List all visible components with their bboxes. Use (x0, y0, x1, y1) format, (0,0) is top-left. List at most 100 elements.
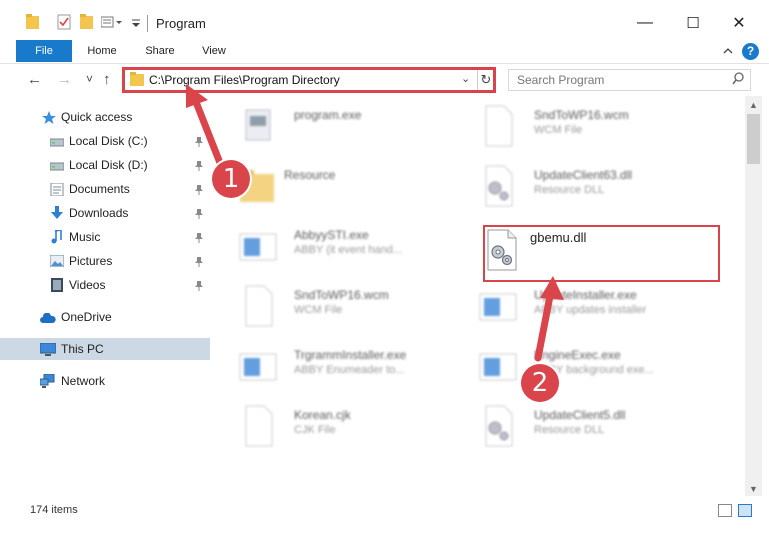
list-item[interactable]: SndToWP16.wcm WCM File (238, 282, 478, 334)
pin-icon (195, 208, 203, 219)
pin-icon (195, 232, 203, 243)
file-name: SndToWP16.wcm (534, 108, 629, 122)
file-name: TrgrammInstaller.exe (294, 348, 407, 362)
download-icon (50, 206, 64, 219)
sidebar-item-quick-access[interactable]: Quick access (0, 106, 210, 128)
recent-locations-button[interactable]: ˅ (86, 72, 93, 86)
tab-share[interactable]: Share (138, 40, 182, 62)
list-item[interactable]: TrgrammInstaller.exe ABBY Enumeader to..… (238, 342, 478, 394)
pin-icon (195, 280, 203, 291)
new-folder-icon[interactable] (80, 14, 94, 32)
list-item[interactable]: EngineExec.exe ABBY background exe... (478, 342, 718, 394)
title-separator (147, 15, 148, 32)
dll-icon (478, 164, 518, 208)
sidebar-item-music[interactable]: Music (0, 226, 210, 248)
tab-home[interactable]: Home (80, 40, 124, 62)
sidebar-item-label: Downloads (69, 206, 129, 220)
sidebar-item-downloads[interactable]: Downloads (0, 202, 210, 224)
list-item[interactable]: AbbyySTI.exe ABBY (it event hand... (238, 222, 478, 274)
refresh-button[interactable]: ↻ (477, 70, 494, 90)
sidebar-item-local-disk-d[interactable]: Local Disk (D:) (0, 154, 210, 176)
pin-icon (195, 136, 203, 147)
address-path[interactable]: C:\Program Files\Program Directory (149, 73, 340, 87)
help-button[interactable]: ? (742, 43, 759, 60)
list-item[interactable]: Resource (238, 162, 478, 214)
videos-icon (50, 278, 64, 292)
file-name: EngineExec.exe (534, 348, 621, 362)
sidebar-item-label: OneDrive (61, 310, 112, 324)
list-item[interactable]: UpdateInstaller.exe ABBY updates install… (478, 282, 718, 334)
address-bar[interactable]: C:\Program Files\Program Directory ⌄ ↻ (122, 67, 496, 93)
sidebar-item-documents[interactable]: Documents (0, 178, 210, 200)
sidebar-item-onedrive[interactable]: OneDrive (0, 306, 210, 328)
file-type: ABBY updates installer (534, 304, 647, 316)
forward-button[interactable]: → (57, 71, 72, 88)
highlight-box (483, 225, 720, 282)
exe-icon (238, 104, 278, 148)
file-type: WCM File (534, 124, 583, 136)
search-icon (732, 72, 744, 89)
drive-icon (49, 136, 65, 148)
app-icon (238, 344, 278, 388)
item-count: 174 items (30, 504, 78, 516)
file-name: UpdateInstaller.exe (534, 288, 637, 302)
cloud-icon (40, 312, 56, 324)
sidebar-item-pictures[interactable]: Pictures (0, 250, 210, 272)
maximize-button[interactable]: ☐ (673, 10, 713, 36)
up-button[interactable]: ↑ (103, 71, 111, 88)
expand-ribbon-icon[interactable] (723, 45, 733, 55)
sidebar-item-videos[interactable]: Videos (0, 274, 210, 296)
app-icon (478, 284, 518, 328)
close-button[interactable]: ✕ (719, 10, 759, 36)
customize-toolbar-icon[interactable] (131, 14, 141, 32)
search-input[interactable]: Search Program (508, 69, 751, 91)
list-item[interactable]: SndToWP16.wcm WCM File (478, 102, 718, 154)
folder-icon (26, 14, 40, 32)
dll-icon (478, 404, 518, 448)
vertical-scrollbar[interactable]: ▲ ▼ (745, 96, 762, 496)
ribbon-tabs: File Home Share View ? (0, 40, 769, 64)
pictures-icon (49, 254, 65, 268)
file-name: UpdateClient5.dll (534, 408, 626, 422)
address-dropdown-button[interactable]: ⌄ (461, 72, 470, 85)
large-icons-view-icon[interactable] (738, 504, 752, 517)
computer-icon (39, 342, 57, 356)
list-item[interactable]: UpdateClient63.dll Resource DLL (478, 162, 718, 214)
scroll-down-icon[interactable]: ▼ (749, 484, 758, 494)
tab-file[interactable]: File (16, 40, 72, 62)
minimize-button[interactable]: — (625, 10, 665, 36)
navigation-pane: Quick access Local Disk (C:) Local Disk … (0, 96, 212, 496)
documents-icon (50, 182, 64, 197)
scrollbar-thumb[interactable] (747, 114, 760, 164)
network-icon (39, 373, 55, 388)
sidebar-item-label: Music (69, 230, 101, 244)
sidebar-item-this-pc[interactable]: This PC (0, 338, 210, 360)
details-view-icon[interactable] (718, 504, 732, 517)
tab-view[interactable]: View (194, 40, 234, 62)
file-type: Resource DLL (534, 184, 605, 196)
search-placeholder: Search Program (517, 73, 605, 87)
list-item[interactable]: UpdateClient5.dll Resource DLL (478, 402, 718, 454)
sidebar-item-label: Videos (69, 278, 106, 292)
window-title: Program (156, 16, 206, 31)
file-name: UpdateClient63.dll (534, 168, 633, 182)
music-icon (50, 229, 64, 244)
navigation-bar: ← → ˅ ↑ C:\Program Files\Program Directo… (0, 64, 769, 96)
sidebar-item-local-disk-c[interactable]: Local Disk (C:) (0, 130, 210, 152)
sidebar-item-label: Network (61, 374, 106, 388)
view-options-icon[interactable] (100, 14, 125, 32)
back-button[interactable]: ← (27, 71, 42, 88)
app-icon (238, 224, 278, 268)
sidebar-item-label: Pictures (69, 254, 113, 268)
file-type: CJK File (294, 424, 336, 436)
sidebar-item-network[interactable]: Network (0, 370, 210, 392)
list-item[interactable]: Korean.cjk CJK File (238, 402, 478, 454)
list-item[interactable]: program.exe (238, 102, 478, 154)
step-badge-2: 2 (521, 364, 559, 402)
drive-icon (49, 160, 65, 172)
sidebar-item-label: Quick access (61, 110, 133, 124)
file-name: AbbyySTI.exe (294, 228, 369, 242)
scroll-up-icon[interactable]: ▲ (749, 100, 758, 110)
properties-icon[interactable] (57, 14, 71, 32)
sidebar-item-label: Documents (69, 182, 130, 196)
